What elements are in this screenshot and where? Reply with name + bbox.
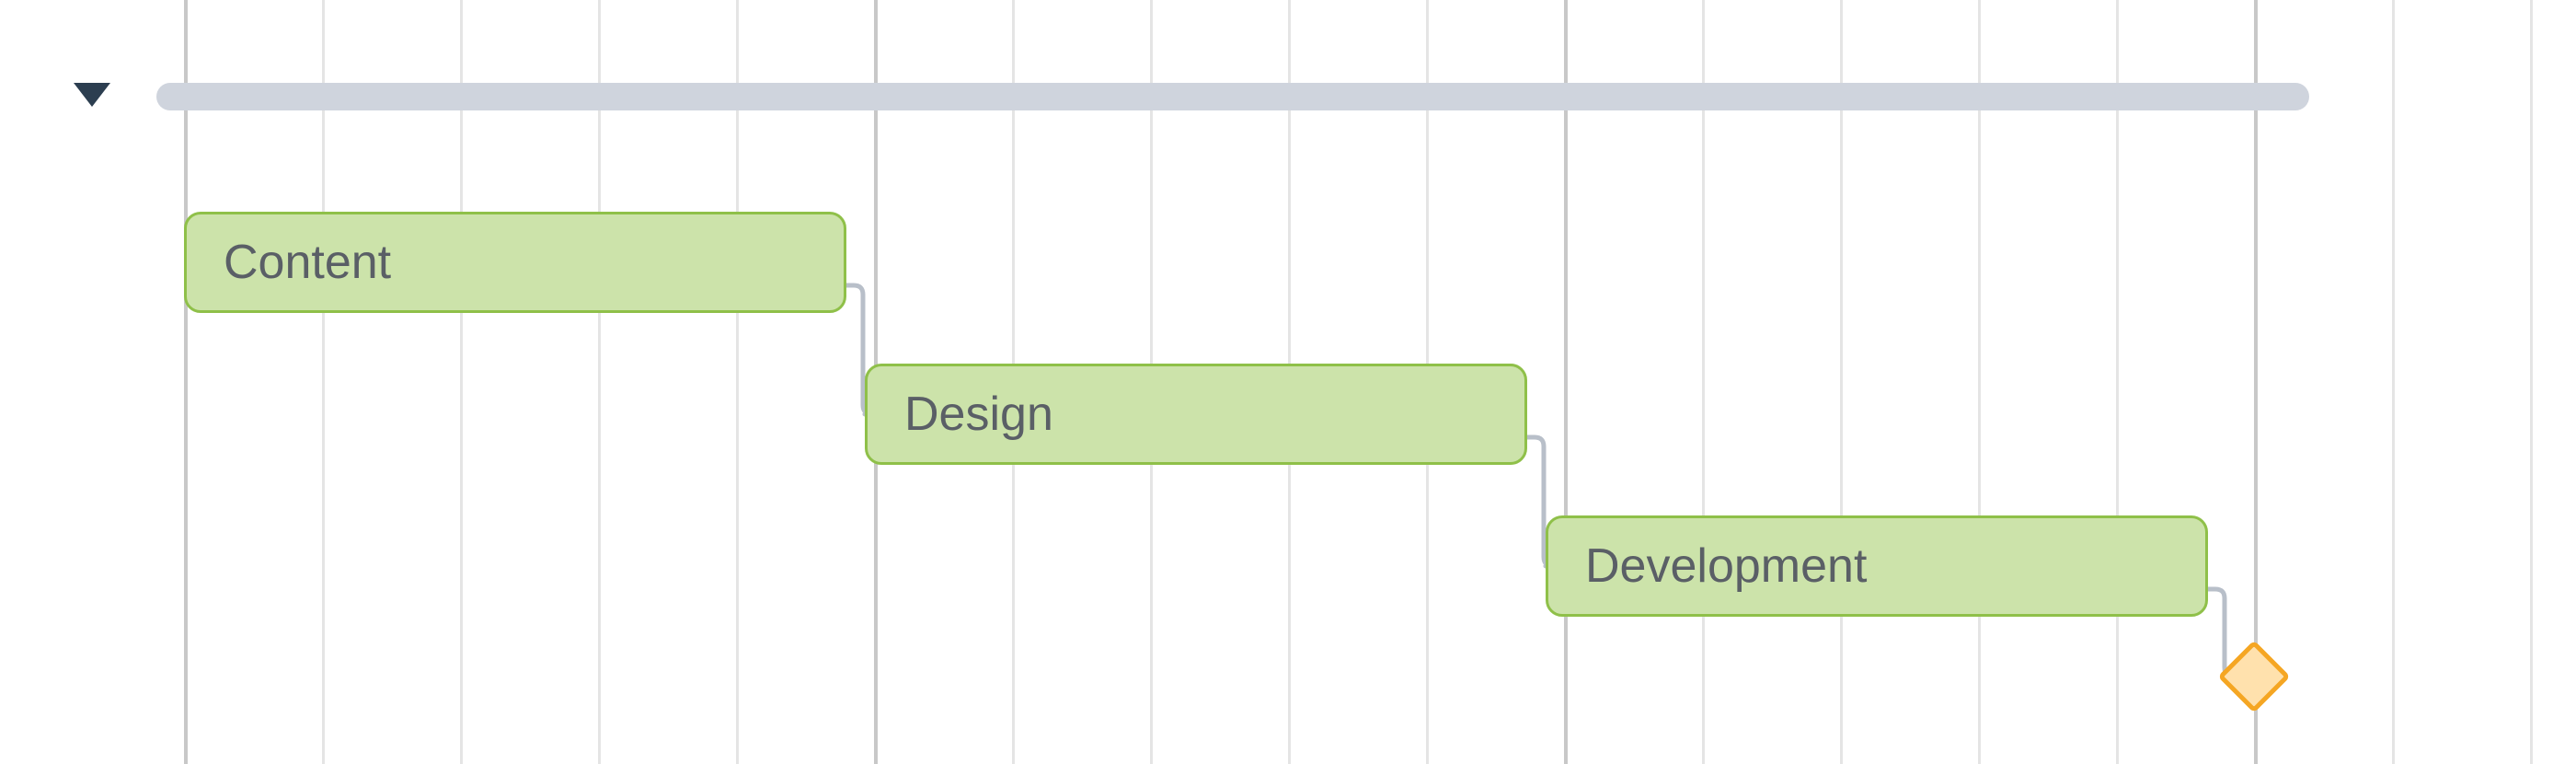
task-bar-content[interactable]: Content (184, 212, 846, 313)
grid-line (736, 0, 739, 764)
gantt-chart: Content Design Development (0, 0, 2576, 764)
task-bar-development[interactable]: Development (1546, 515, 2208, 617)
summary-task-bar[interactable] (156, 83, 2309, 110)
grid-line (2530, 0, 2533, 764)
grid-line (184, 0, 188, 764)
task-label: Development (1585, 538, 1867, 594)
grid-line (1840, 0, 1843, 764)
task-label: Content (224, 235, 391, 290)
task-label: Design (904, 387, 1053, 442)
grid-line (1702, 0, 1705, 764)
grid-line (460, 0, 463, 764)
grid-line (1564, 0, 1568, 764)
grid-line (2392, 0, 2395, 764)
collapse-toggle-icon[interactable] (74, 83, 110, 114)
task-bar-design[interactable]: Design (865, 364, 1527, 465)
grid-line (322, 0, 325, 764)
grid-line (1978, 0, 1981, 764)
grid-line (2116, 0, 2119, 764)
grid-line (598, 0, 601, 764)
